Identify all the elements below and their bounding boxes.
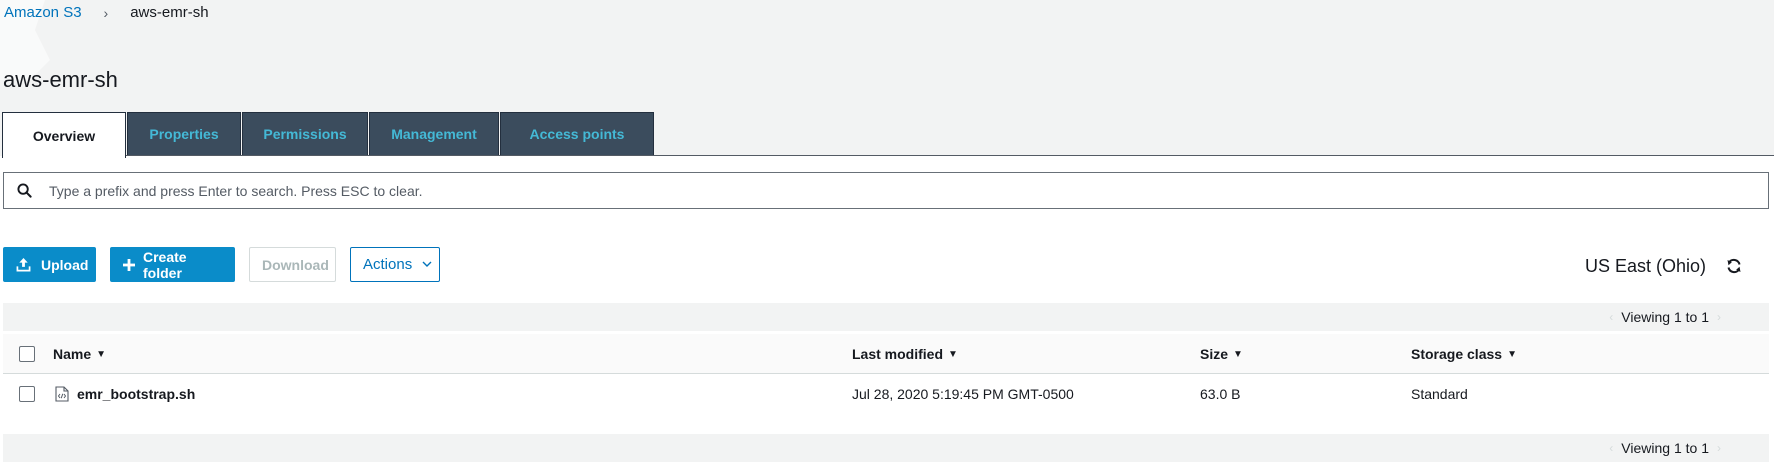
region-label: US East (Ohio) [1585,256,1707,276]
tab-bar: Overview Properties Permissions Manageme… [2,112,655,158]
page-title: aws-emr-sh [3,67,118,92]
refresh-icon[interactable] [1726,258,1744,276]
tab-access-points[interactable]: Access points [500,112,654,156]
column-header-last-modified-label: Last modified [852,346,944,362]
search-icon [4,183,44,198]
pagination-top: ‹ Viewing 1 to 1 › [3,303,1769,331]
column-header-last-modified[interactable]: Last modified ▼ [852,334,958,374]
table-row[interactable]: emr_bootstrap.sh Jul 28, 2020 5:19:45 PM… [3,374,1769,414]
column-header-size[interactable]: Size ▼ [1200,334,1243,374]
actions-label: Actions [363,256,413,273]
column-header-size-label: Size [1200,346,1229,362]
column-header-name[interactable]: Name ▼ [53,334,106,374]
tab-management[interactable]: Management [369,112,499,156]
tab-underline-divider [126,155,1774,156]
search-bar [3,172,1769,209]
sort-caret-icon: ▼ [1233,348,1243,360]
file-name-cell: emr_bootstrap.sh [55,374,195,414]
breadcrumb-separator: › [103,4,109,21]
column-header-name-label: Name [53,346,92,362]
sort-caret-icon: ▼ [96,348,107,360]
table-header: Name ▼ Last modified ▼ Size ▼ Storage cl… [3,334,1769,374]
row-checkbox-cell [19,374,35,414]
file-name-link[interactable]: emr_bootstrap.sh [77,386,195,402]
pagination-status-bottom: Viewing 1 to 1 [1621,440,1709,456]
column-header-storage-class-label: Storage class [1411,346,1503,362]
sort-caret-icon: ▼ [948,348,958,360]
breadcrumb: Amazon S3 › aws-emr-sh [4,4,209,21]
upload-label: Upload [41,256,89,273]
tab-permissions[interactable]: Permissions [242,112,368,156]
select-all-checkbox-cell [19,334,35,374]
create-folder-label: Create folder [143,248,187,281]
tab-overview[interactable]: Overview [2,112,126,158]
size-cell: 63.0 B [1200,386,1241,402]
pagination-prev-button-bottom[interactable]: ‹ [1601,441,1621,455]
download-label: Download [262,256,329,273]
pagination-status: Viewing 1 to 1 [1621,309,1709,325]
breadcrumb-root-link[interactable]: Amazon S3 [4,4,82,21]
pagination-next-button-bottom[interactable]: › [1709,441,1729,455]
row-checkbox[interactable] [19,386,35,402]
column-header-storage-class[interactable]: Storage class ▼ [1411,334,1517,374]
select-all-checkbox[interactable] [19,346,35,362]
upload-button[interactable]: Upload [3,247,96,282]
file-code-icon [55,386,69,402]
pagination-bottom: ‹ Viewing 1 to 1 › [3,434,1769,462]
pagination-prev-button[interactable]: ‹ [1601,310,1621,324]
download-button[interactable]: Download [249,247,336,282]
last-modified-cell: Jul 28, 2020 5:19:45 PM GMT-0500 [852,386,1074,402]
tab-properties[interactable]: Properties [127,112,241,156]
create-folder-button[interactable]: Create folder [110,247,235,282]
breadcrumb-current: aws-emr-sh [130,4,209,21]
pagination-next-button[interactable]: › [1709,310,1729,324]
sort-caret-icon: ▼ [1507,348,1517,360]
search-input[interactable] [44,173,1768,208]
storage-class-cell: Standard [1411,386,1468,402]
chevron-down-icon [422,261,432,268]
plus-icon [123,258,135,271]
actions-dropdown-button[interactable]: Actions [350,247,440,282]
upload-icon [16,257,31,272]
